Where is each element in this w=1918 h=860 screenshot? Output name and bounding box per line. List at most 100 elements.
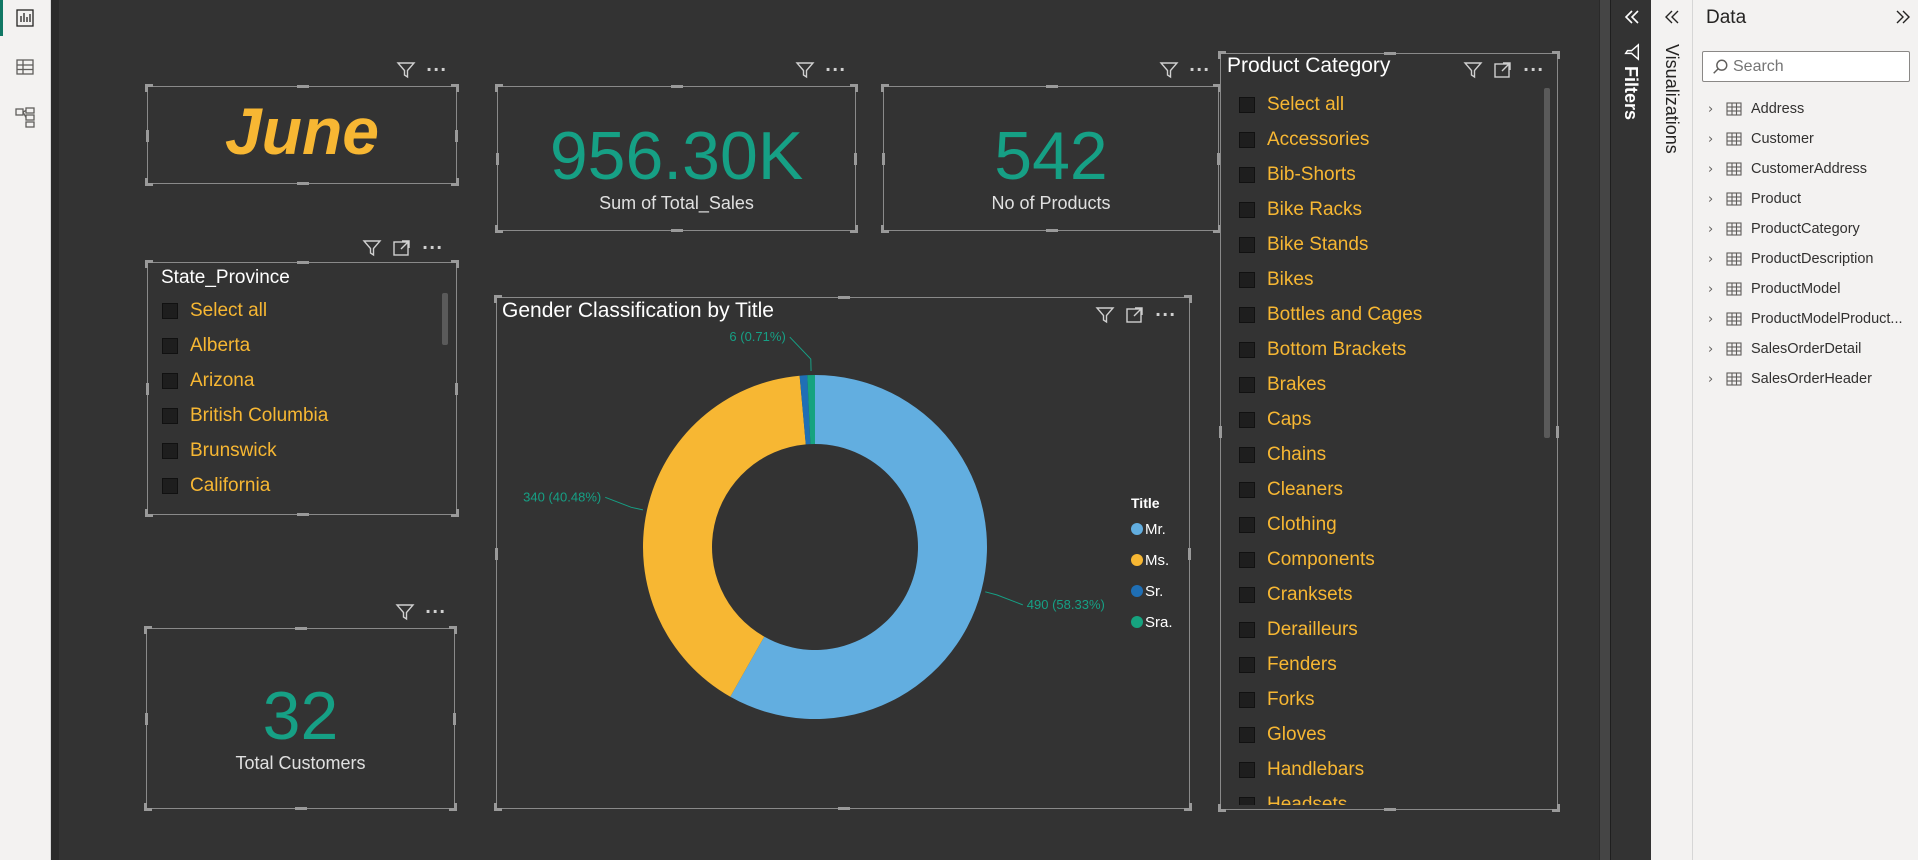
checkbox[interactable] [1239,201,1255,218]
checkbox[interactable] [1239,481,1255,498]
checkbox[interactable] [1239,516,1255,533]
data-table-item[interactable]: › ProductModel [1708,276,1914,302]
checkbox[interactable] [162,337,178,354]
more-options-icon[interactable]: ··· [426,62,447,78]
checkbox[interactable] [162,302,178,319]
slicer-item[interactable]: Cranksets [1239,577,1539,612]
data-search-input[interactable] [1733,56,1903,78]
chevron-right-icon[interactable]: › [1708,162,1720,177]
slicer-item[interactable]: Bike Stands [1239,227,1539,262]
slicer-item[interactable]: Fenders [1239,647,1539,682]
slicer-item[interactable]: Bike Racks [1239,192,1539,227]
filter-icon[interactable] [1159,60,1179,80]
checkbox[interactable] [1239,621,1255,638]
month-card[interactable]: June [145,84,459,186]
checkbox[interactable] [162,372,178,389]
model-view-button[interactable] [0,99,50,135]
checkbox[interactable] [1239,131,1255,148]
data-table-item[interactable]: › SalesOrderDetail [1708,336,1914,362]
slicer-item[interactable]: California [162,468,442,503]
slicer-item[interactable]: Alberta [162,328,442,363]
slicer-item[interactable]: Bikes [1239,262,1539,297]
chevron-right-icon[interactable]: › [1708,192,1720,207]
slicer-item[interactable]: Accessories [1239,122,1539,157]
checkbox[interactable] [162,442,178,459]
customers-card[interactable]: 32 Total Customers [144,626,457,811]
more-options-icon[interactable]: ··· [825,62,846,78]
filter-icon[interactable] [362,238,382,258]
chevron-right-icon[interactable]: › [1708,222,1720,237]
slicer-item[interactable]: Brakes [1239,367,1539,402]
report-view-button[interactable] [0,0,50,36]
expand-right-icon[interactable] [1893,7,1913,27]
slicer-item[interactable]: Derailleurs [1239,612,1539,647]
filter-icon[interactable] [795,60,815,80]
state-slicer[interactable]: State_Province Select all Alberta Arizon… [145,260,459,517]
slicer-item[interactable]: Bottom Brackets [1239,332,1539,367]
filter-icon[interactable] [395,602,415,622]
data-table-item[interactable]: › ProductModelProduct... [1708,306,1914,332]
checkbox[interactable] [162,477,178,494]
chevron-right-icon[interactable]: › [1708,312,1720,327]
data-table-item[interactable]: › ProductDescription [1708,246,1914,272]
checkbox[interactable] [1239,551,1255,568]
chevron-right-icon[interactable]: › [1708,342,1720,357]
slicer-item[interactable]: Select all [162,293,442,328]
chevron-right-icon[interactable]: › [1708,372,1720,387]
state-slicer-scrollbar[interactable] [442,293,448,345]
data-table-item[interactable]: › Customer [1708,126,1914,152]
data-table-item[interactable]: › Address [1708,96,1914,122]
gender-donut-chart[interactable]: Gender Classification by Title ··· 490 (… [494,295,1192,811]
slicer-item[interactable]: Bib-Shorts [1239,157,1539,192]
data-table-item[interactable]: › ProductCategory [1708,216,1914,242]
checkbox[interactable] [1239,236,1255,253]
slicer-item[interactable]: British Columbia [162,398,442,433]
collapse-left-icon[interactable] [1622,7,1642,27]
filter-icon[interactable] [1463,60,1483,80]
collapse-left-icon[interactable] [1662,7,1682,27]
sales-card[interactable]: 956.30K Sum of Total_Sales [495,84,858,233]
slicer-item[interactable]: Bottles and Cages [1239,297,1539,332]
slicer-item[interactable]: Components [1239,542,1539,577]
checkbox[interactable] [1239,691,1255,708]
data-search-box[interactable] [1702,51,1910,82]
filters-pane[interactable]: Filters [1610,0,1651,860]
focus-mode-icon[interactable] [392,238,412,258]
data-table-item[interactable]: › SalesOrderHeader [1708,366,1914,392]
category-slicer[interactable]: Product Category ··· Select all Accessor… [1218,51,1560,812]
slicer-item[interactable]: Chains [1239,437,1539,472]
slicer-item[interactable]: Caps [1239,402,1539,437]
checkbox[interactable] [1239,726,1255,743]
chevron-right-icon[interactable]: › [1708,282,1720,297]
data-table-item[interactable]: › Product [1708,186,1914,212]
checkbox[interactable] [1239,761,1255,778]
checkbox[interactable] [1239,656,1255,673]
slicer-item[interactable]: Forks [1239,682,1539,717]
slicer-item[interactable]: Select all [1239,87,1539,122]
slicer-item[interactable]: Headsets [1239,787,1539,805]
table-view-button[interactable] [0,49,50,85]
slicer-item[interactable]: Cleaners [1239,472,1539,507]
checkbox[interactable] [1239,306,1255,323]
category-slicer-scrollbar[interactable] [1544,88,1550,438]
checkbox[interactable] [1239,166,1255,183]
legend-item[interactable]: Ms. [1145,552,1169,569]
data-table-item[interactable]: › CustomerAddress [1708,156,1914,182]
slicer-item[interactable]: Brunswick [162,433,442,468]
more-options-icon[interactable]: ··· [1523,62,1544,78]
more-options-icon[interactable]: ··· [422,240,443,256]
checkbox[interactable] [162,407,178,424]
checkbox[interactable] [1239,96,1255,113]
checkbox[interactable] [1239,271,1255,288]
checkbox[interactable] [1239,411,1255,428]
more-options-icon[interactable]: ··· [425,604,446,620]
checkbox[interactable] [1239,341,1255,358]
visualizations-pane[interactable]: Visualizations [1651,0,1693,860]
products-card[interactable]: 542 No of Products [881,84,1221,233]
slicer-item[interactable]: Arizona [162,363,442,398]
legend-item[interactable]: Mr. [1145,521,1166,538]
legend-item[interactable]: Sr. [1145,583,1163,600]
slicer-item[interactable]: Handlebars [1239,752,1539,787]
legend-item[interactable]: Sra. [1145,614,1173,631]
chevron-right-icon[interactable]: › [1708,102,1720,117]
